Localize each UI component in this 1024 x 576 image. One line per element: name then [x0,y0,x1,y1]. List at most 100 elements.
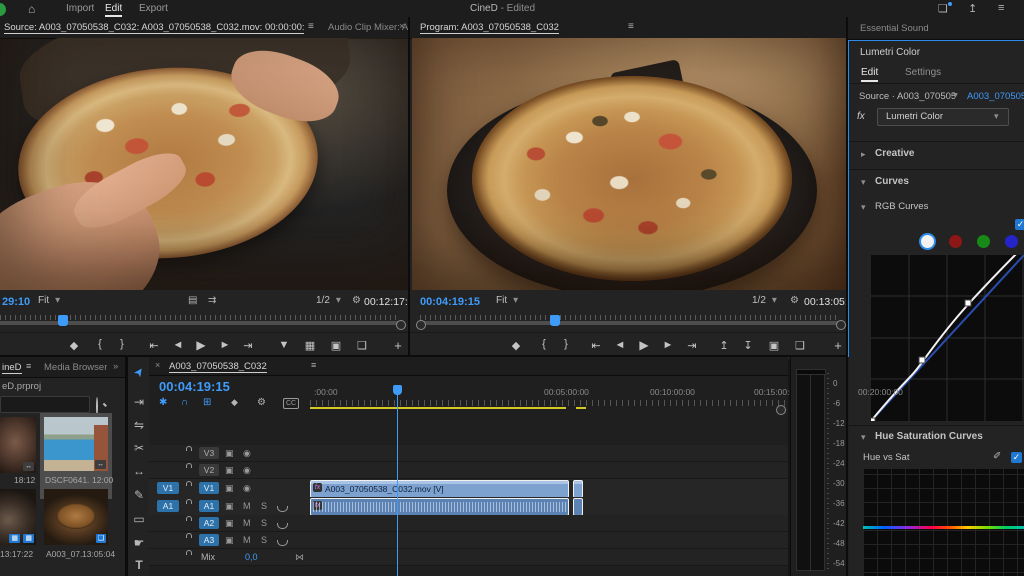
track-target-v3[interactable]: V3 [199,447,219,459]
button-editor-plus[interactable]: + [390,338,406,353]
source-settings-icon[interactable]: ▤ [188,295,197,306]
solo-button[interactable]: S [261,501,267,511]
tab-sequence[interactable]: A003_07050538_C032 [169,361,267,373]
go-to-in-button[interactable]: ⇤ [146,339,162,352]
blue-channel-dot[interactable] [1005,235,1018,248]
hue-vs-sat-graph[interactable] [863,469,1024,576]
program-wrench-icon[interactable]: ⚙ [790,295,799,306]
snap-icon[interactable]: ∩ [181,397,188,408]
program-playhead[interactable] [550,315,560,326]
source-scroll-handle-right[interactable] [396,320,406,330]
audio-clip-fragment[interactable] [573,498,583,516]
section-curves[interactable]: ▾ Curves [849,169,1024,196]
track-visibility-eye-icon[interactable]: ◉ [243,448,251,459]
go-to-out-button[interactable]: ⇥ [684,339,700,352]
tab-source[interactable]: Source: A003_07050538_C032: A003_0705053… [4,22,304,34]
overwrite-button[interactable]: ▦ [302,339,318,352]
go-to-out-button[interactable]: ⇥ [240,339,256,352]
step-forward-button[interactable]: ► [217,339,233,351]
section-hue-saturation-curves[interactable]: ▾ Hue Saturation Curves [849,425,1024,450]
source-scrubber[interactable] [0,314,408,330]
add-marker-button[interactable]: ◆ [66,339,82,352]
lumetri-title[interactable]: Lumetri Color [860,47,920,58]
source-patch-v1[interactable]: V1 [157,482,179,494]
timeline-scroll-handle[interactable] [776,405,786,415]
clip-name-link[interactable]: A003_07050538_C0 [967,91,1024,102]
sync-lock-icon[interactable]: ▣ [225,501,234,512]
program-scroll-handle-right[interactable] [836,320,846,330]
source-fit-dropdown[interactable]: Fit▾ [38,295,60,306]
program-tab-menu-icon[interactable]: ≡ [628,21,634,32]
tab-lumetri-settings[interactable]: Settings [905,67,941,78]
ripple-edit-tool[interactable]: ⇋ [128,418,150,432]
source-wrench-icon[interactable]: ⚙ [352,295,361,306]
selection-tool[interactable]: ➤ [127,359,151,385]
red-channel-dot[interactable] [949,235,962,248]
timeline-playhead-head[interactable] [393,385,402,395]
white-channel-dot[interactable] [921,235,934,248]
program-scrubber[interactable] [410,314,848,330]
track-target-a2[interactable]: A2 [199,517,219,529]
track-target-a3[interactable]: A3 [199,534,219,546]
project-search-input[interactable] [0,396,90,413]
export-frame-button[interactable]: ▣ [328,339,344,352]
solo-button[interactable]: S [261,535,267,545]
clip-thumbnail[interactable]: ↔ [0,417,36,473]
button-editor-plus[interactable]: + [830,338,846,353]
sync-lock-icon[interactable]: ▣ [225,465,234,476]
razor-tool[interactable]: ✂ [128,441,150,455]
program-fit-dropdown[interactable]: Fit▾ [496,295,518,306]
source-video-frame[interactable] [0,38,408,290]
sync-lock-icon[interactable]: ▣ [225,448,234,459]
extract-button[interactable]: ↧ [740,339,756,352]
clip-thumbnail-a003[interactable]: ❑ [44,489,108,545]
source-patch-a1[interactable]: A1 [157,500,179,512]
tab-essential-sound[interactable]: Essential Sound [860,23,929,34]
sequence-tab-menu-icon[interactable]: ≡ [311,360,316,370]
workspace-icon[interactable]: ❏ [938,2,948,15]
eyedropper-icon[interactable]: ✐ [993,451,1001,462]
program-scroll-handle-left[interactable] [416,320,426,330]
source-timecode[interactable]: 29:10 [2,296,30,308]
step-back-button[interactable]: ◄ [612,339,628,351]
lift-button[interactable]: ↥ [716,339,732,352]
clip-thumbnail[interactable]: ▦ ▦ [0,489,36,545]
tab-program[interactable]: Program: A003_07050538_C032 [420,22,559,34]
insert-button[interactable]: ▼ [276,339,292,351]
rectangle-tool[interactable]: ▭ [128,512,150,526]
go-to-in-button[interactable]: ⇤ [588,339,604,352]
slip-tool[interactable]: ↔ [128,464,150,478]
export-frame-button[interactable]: ▣ [766,339,782,352]
play-button[interactable]: ▶ [636,338,652,352]
rgb-curves-enable-checkbox[interactable]: ✓ [1015,219,1024,230]
play-button[interactable]: ▶ [193,338,209,352]
clip-thumbnail-dscf[interactable]: ↔ [44,417,108,471]
program-timecode[interactable]: 00:04:19:15 [420,296,480,308]
timeline-wrench-icon[interactable]: ⚙ [257,397,266,408]
program-video-frame[interactable] [412,38,846,290]
menu-import[interactable]: Import [66,3,94,14]
track-target-v2[interactable]: V2 [199,464,219,476]
track-select-forward-tool[interactable]: ⇥ [128,395,150,409]
track-visibility-eye-icon[interactable]: ◉ [243,483,251,494]
timeline-timecode[interactable]: 00:04:19:15 [159,379,230,394]
source-playhead[interactable] [58,315,68,326]
menu-export[interactable]: Export [139,3,168,14]
hue-vs-sat-enable-checkbox[interactable]: ✓ [1011,452,1022,463]
add-marker-button[interactable]: ◆ [508,339,524,352]
timeline-ruler[interactable]: :00:00 00:05:00:00 00:10:00:00 00:15:00:… [310,383,788,413]
sync-lock-icon[interactable]: ▣ [225,535,234,546]
source-tab-menu-icon[interactable]: ≡ [308,21,314,32]
tab-media-browser[interactable]: Media Browser [44,362,107,373]
menu-edit[interactable]: Edit [105,3,122,17]
timeline-playhead-line[interactable] [397,387,398,576]
tab-overflow-icon[interactable]: » [113,361,118,372]
mix-fader-icon[interactable]: ⋈ [295,552,304,563]
captions-icon[interactable]: CC [283,398,299,409]
mute-button[interactable]: M [243,501,251,511]
chevron-down-icon[interactable]: ▾ [953,90,958,101]
program-zoom-dropdown[interactable]: 1/2▾ [752,295,777,306]
home-icon[interactable]: ⌂ [28,2,35,16]
section-creative[interactable]: ▸ Creative [849,141,1024,168]
type-tool[interactable]: T [128,558,150,572]
